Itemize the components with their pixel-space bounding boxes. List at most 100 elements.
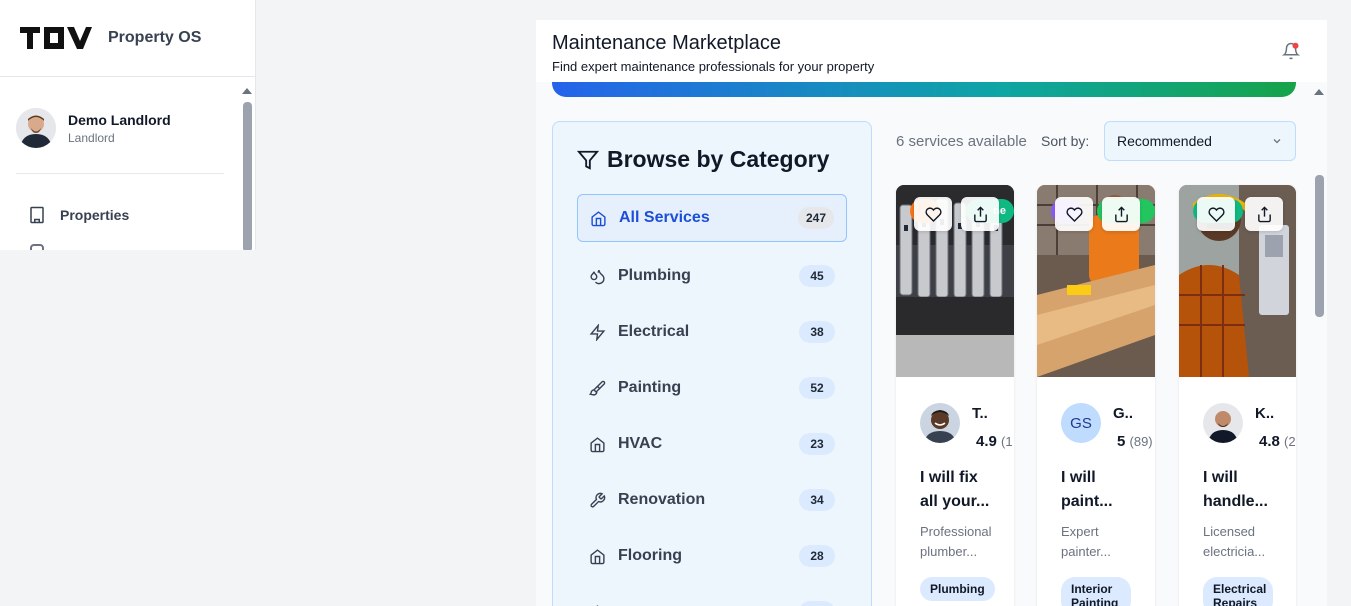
category-label: HVAC: [618, 435, 663, 452]
tov-logo[interactable]: [20, 25, 92, 51]
category-panel-title: Browse by Category: [577, 146, 829, 173]
category-title-text: Browse by Category: [607, 146, 830, 172]
hero-gradient-bar: [552, 82, 1296, 97]
chevron-down-icon: [1273, 139, 1281, 144]
category-count: 45: [799, 265, 835, 287]
heart-icon: [924, 206, 942, 222]
user-role: Landlord: [68, 130, 115, 145]
category-all-services[interactable]: All Services 247: [577, 194, 847, 242]
wrench-icon: [590, 492, 606, 508]
sidebar: Property OS Demo Landlord Landlord Prope…: [0, 0, 256, 250]
category-hvac[interactable]: HVAC 23: [577, 420, 847, 468]
category-count: 28: [799, 545, 835, 567]
provider-name: K..: [1255, 405, 1275, 422]
category-next-partial[interactable]: [577, 588, 847, 606]
favorite-button[interactable]: [914, 197, 952, 231]
droplets-icon: [590, 269, 605, 284]
share-button[interactable]: [961, 197, 999, 231]
sidebar-divider: [16, 173, 224, 174]
sort-select-value: Recommended: [1117, 133, 1212, 149]
rating-value: 4.8: [1259, 433, 1280, 450]
category-renovation[interactable]: Renovation 34: [577, 476, 847, 524]
main-scroll-up-arrow[interactable]: [1314, 89, 1324, 95]
service-title[interactable]: I will paint...: [1061, 466, 1141, 514]
sidebar-item-properties[interactable]: Properties: [28, 206, 129, 224]
user-avatar: [16, 108, 56, 148]
provider-avatar: [920, 403, 960, 443]
category-count: [799, 601, 835, 606]
brand-name: Property OS: [108, 29, 202, 46]
provider-rating: 5 (89): [1117, 433, 1153, 450]
share-icon: [1114, 205, 1128, 222]
provider-name: G..: [1113, 405, 1134, 422]
page-subtitle: Find expert maintenance professionals fo…: [552, 59, 875, 74]
category-label: Electrical: [618, 323, 690, 340]
provider-rating: 4.9 (1: [976, 433, 1013, 450]
sidebar-scrollbar-thumb[interactable]: [243, 102, 252, 250]
rating-value: 4.9: [976, 433, 997, 450]
sidebar-scroll-up-arrow[interactable]: [242, 88, 252, 94]
category-count: 247: [797, 207, 834, 229]
review-count: (1: [1001, 434, 1013, 449]
notification-bell-icon[interactable]: [1282, 42, 1300, 60]
heart-icon: [1065, 206, 1083, 222]
main-panel: Maintenance Marketplace Find expert main…: [536, 20, 1327, 606]
brand-header: Property OS: [0, 0, 255, 77]
service-card[interactable]: ne T.. 4.9 (1 I will fix all your... Pro…: [896, 185, 1014, 606]
review-count: (89): [1129, 434, 1153, 449]
category-panel: Browse by Category All Services 247 Plum…: [552, 121, 872, 606]
service-description: Professional plumber...: [920, 524, 992, 559]
service-card[interactable]: GS G.. 5 (89) I will paint... Expert pai…: [1037, 185, 1155, 606]
category-electrical[interactable]: Electrical 38: [577, 308, 847, 356]
home-icon: [591, 210, 606, 226]
heart-icon: [1207, 206, 1225, 222]
zap-icon: [589, 323, 606, 341]
share-button[interactable]: [1102, 197, 1140, 231]
service-description: Licensed electricia...: [1203, 524, 1266, 559]
category-label: Renovation: [618, 491, 706, 508]
service-tag: Plumbing: [920, 577, 995, 601]
service-title[interactable]: I will handle...: [1203, 466, 1283, 514]
sort-label: Sort by:: [1041, 133, 1090, 149]
service-tag: Interior Painting: [1061, 577, 1131, 606]
category-count: 52: [799, 377, 835, 399]
category-count: 23: [799, 433, 835, 455]
home-icon: [590, 436, 605, 452]
category-plumbing[interactable]: Plumbing 45: [577, 252, 847, 300]
service-card[interactable]: K.. 4.8 (2 I will handle... Licensed ele…: [1179, 185, 1296, 606]
provider-avatar: [1203, 403, 1243, 443]
category-count: 38: [799, 321, 835, 343]
category-flooring[interactable]: Flooring 28: [577, 532, 847, 580]
share-button[interactable]: [1245, 197, 1283, 231]
category-label: Painting: [618, 379, 682, 396]
category-count: 34: [799, 489, 835, 511]
share-icon: [973, 205, 987, 222]
paintbrush-icon: [589, 380, 606, 396]
review-count: (2: [1284, 434, 1296, 449]
category-label: Plumbing: [618, 267, 691, 284]
provider-name: T..: [972, 405, 988, 422]
user-name: Demo Landlord: [68, 111, 171, 128]
service-description: Expert painter...: [1061, 524, 1111, 559]
provider-rating: 4.8 (2: [1259, 433, 1296, 450]
sidebar-item-label: Properties: [60, 207, 130, 223]
service-tag: Electrical Repairs: [1203, 577, 1273, 606]
category-label: All Services: [619, 209, 710, 226]
favorite-button[interactable]: [1197, 197, 1235, 231]
page-header: Maintenance Marketplace Find expert main…: [536, 20, 1327, 82]
category-painting[interactable]: Painting 52: [577, 364, 847, 412]
home-icon: [590, 548, 605, 564]
favorite-button[interactable]: [1055, 197, 1093, 231]
sort-select[interactable]: Recommended: [1104, 121, 1296, 161]
category-label: Flooring: [618, 547, 682, 564]
user-profile[interactable]: Demo Landlord Landlord: [16, 108, 171, 148]
provider-avatar-initials: GS: [1061, 403, 1101, 443]
sidebar-next-item-icon: [30, 244, 44, 250]
building-icon: [30, 206, 44, 224]
filter-icon: [577, 150, 599, 170]
main-scrollbar-thumb[interactable]: [1315, 175, 1324, 317]
rating-value: 5: [1117, 433, 1126, 450]
page-title: Maintenance Marketplace: [552, 32, 782, 54]
service-title[interactable]: I will fix all your...: [920, 466, 1000, 514]
services-available-count: 6 services available: [896, 133, 1027, 150]
